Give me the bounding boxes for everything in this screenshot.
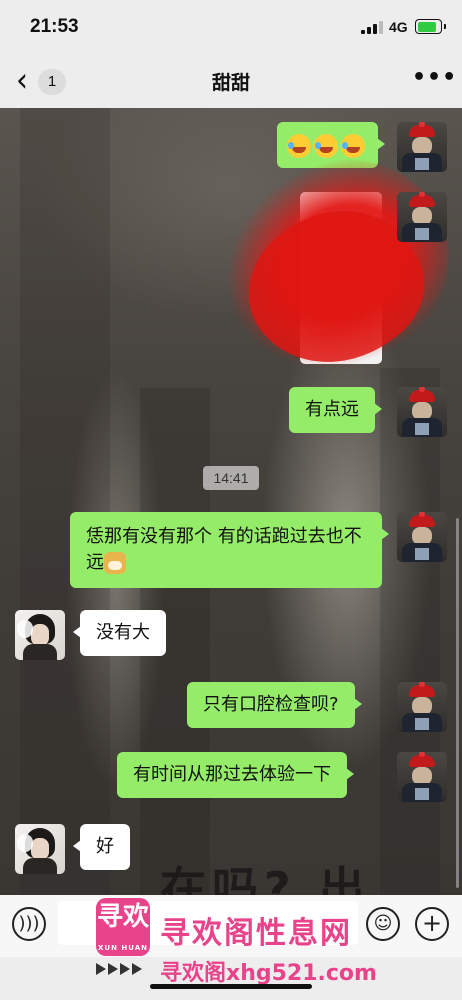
message-bubble-me[interactable]: 有时间从那过去体验一下 [117, 752, 354, 798]
watermark-url: 寻欢阁xhg521.com [160, 961, 377, 986]
laugh-cry-emoji-icon [314, 134, 338, 158]
status-time: 21:53 [30, 16, 79, 37]
message-text: 好 [96, 836, 114, 857]
message-bubble-contact[interactable]: 好 [73, 824, 130, 870]
message-bubble-me[interactable]: 有点远 [289, 387, 382, 433]
chat-scrollbar[interactable] [456, 518, 459, 888]
message-bubble-me[interactable]: 只有口腔检查呗? [187, 682, 362, 728]
message-text: 恁那有没有那个 有的话跑过去也不远 [86, 526, 362, 573]
message-timestamp: 14:41 [203, 466, 259, 490]
laugh-cry-emoji-icon [341, 134, 365, 158]
status-bar: 21:53 4G [0, 0, 462, 56]
laugh-cry-emoji-icon [287, 134, 311, 158]
contact-avatar[interactable] [15, 824, 65, 874]
message-bubble-contact[interactable]: 没有大 [73, 610, 166, 656]
message-bubble-me[interactable]: 恁那有没有那个 有的话跑过去也不远 [70, 512, 389, 588]
contact-avatar[interactable] [15, 610, 65, 660]
chat-header: ‹ 1 甜甜 ••• [0, 56, 462, 108]
voice-icon[interactable]: ))) [12, 907, 46, 941]
battery-icon [415, 19, 446, 34]
more-options-button[interactable]: ••• [412, 67, 456, 94]
chat-area[interactable]: 在吗? 出 有点远 14:41 恁那有没有那个 有的话跑过去也不远 没有大 只有… [0, 108, 462, 895]
background-image-text: 在吗? 出 [160, 862, 371, 895]
doge-emoji-icon [104, 552, 126, 574]
message-text: 有点远 [305, 399, 359, 420]
watermark-title: 寻欢阁性息网 [160, 916, 352, 951]
watermark-logo-subtext: XUN HUAN [98, 944, 148, 952]
my-avatar[interactable] [397, 122, 447, 172]
chat-title: 甜甜 [211, 72, 250, 94]
emoji-icon[interactable]: ☺ [366, 907, 400, 941]
message-text: 只有口腔检查呗? [203, 694, 339, 715]
home-indicator[interactable] [150, 984, 312, 989]
watermark-logo: 寻欢 XUN HUAN [96, 898, 150, 956]
my-avatar[interactable] [397, 192, 447, 242]
plus-icon[interactable]: + [415, 907, 449, 941]
watermark-arrows-icon [96, 960, 154, 975]
message-text: 没有大 [96, 622, 150, 643]
my-avatar[interactable] [397, 387, 447, 437]
signal-icon [361, 21, 383, 34]
watermark-logo-text: 寻欢 [96, 902, 149, 932]
my-avatar[interactable] [397, 682, 447, 732]
network-type: 4G [389, 19, 408, 35]
my-avatar[interactable] [397, 512, 447, 562]
message-text: 有时间从那过去体验一下 [133, 764, 331, 785]
my-avatar[interactable] [397, 752, 447, 802]
